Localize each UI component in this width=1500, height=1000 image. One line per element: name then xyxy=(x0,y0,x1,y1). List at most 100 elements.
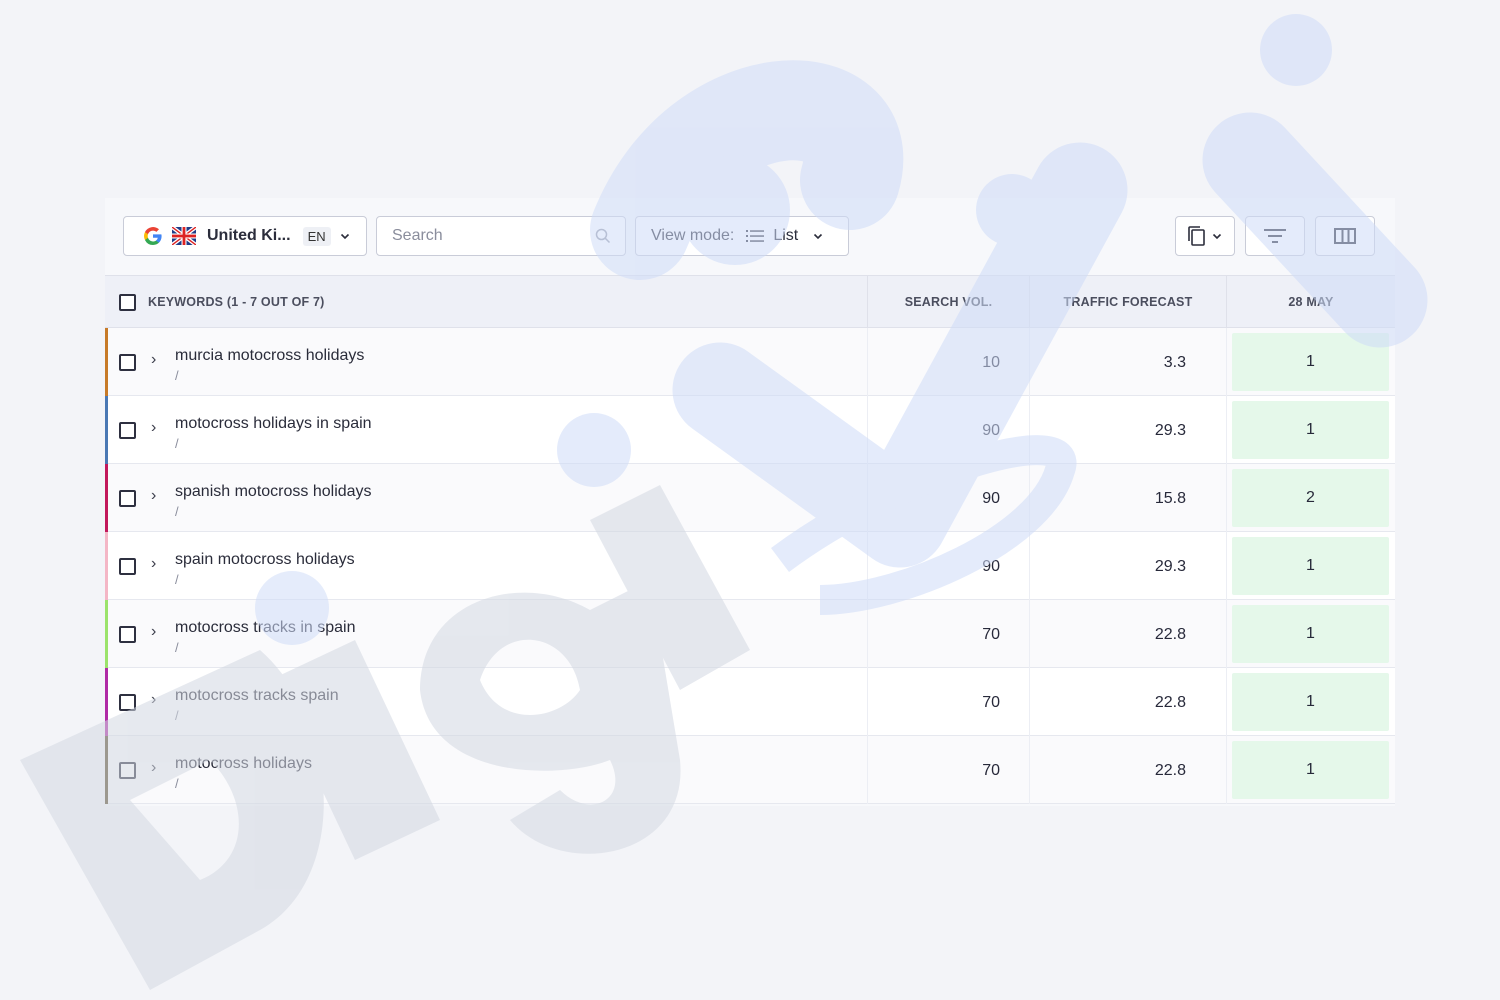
position-value[interactable]: 2 xyxy=(1232,469,1389,527)
table-header: KEYWORDS (1 - 7 OUT OF 7) SEARCH VOL. TR… xyxy=(105,276,1395,328)
keyword-text: motocross holidays in spain xyxy=(175,415,372,432)
table-row: › motocross tracks in spain / 70 22.8 1 xyxy=(105,600,1395,668)
keywords-header: KEYWORDS (1 - 7 OUT OF 7) xyxy=(119,276,325,328)
keyword-url[interactable]: / xyxy=(175,368,179,383)
search-vol-cell: 70 xyxy=(867,668,1000,736)
row-checkbox[interactable] xyxy=(119,694,136,711)
row-color-bar xyxy=(105,328,108,396)
select-all-checkbox[interactable] xyxy=(119,293,136,311)
chevron-right-icon[interactable]: › xyxy=(151,487,156,505)
search-vol-cell: 90 xyxy=(867,396,1000,464)
keyword-url[interactable]: / xyxy=(175,436,179,451)
position-cell: 2 xyxy=(1226,464,1395,532)
region-label: United Ki... xyxy=(207,227,291,244)
table-row: › motocross tracks spain / 70 22.8 1 xyxy=(105,668,1395,736)
table-row: › spain motocross holidays / 90 29.3 1 xyxy=(105,532,1395,600)
chevron-right-icon[interactable]: › xyxy=(151,351,156,369)
keyword-text: spanish motocross holidays xyxy=(175,483,372,500)
table-row: › motocross holidays in spain / 90 29.3 … xyxy=(105,396,1395,464)
row-color-bar xyxy=(105,532,108,600)
traffic-cell: 15.8 xyxy=(1029,464,1186,532)
row-checkbox[interactable] xyxy=(119,422,136,439)
search-icon[interactable] xyxy=(595,228,611,244)
google-icon xyxy=(144,227,162,245)
table-row: › spanish motocross holidays / 90 15.8 2 xyxy=(105,464,1395,532)
position-value[interactable]: 1 xyxy=(1232,537,1389,595)
copy-icon xyxy=(1188,226,1205,246)
chevron-down-icon xyxy=(340,233,349,240)
keyword-text: motocross tracks spain xyxy=(175,687,339,704)
position-value[interactable]: 1 xyxy=(1232,673,1389,731)
search-vol-cell: 70 xyxy=(867,736,1000,804)
table-row: › motocross holidays / 70 22.8 1 xyxy=(105,736,1395,804)
keyword-text: murcia motocross holidays xyxy=(175,347,365,364)
position-cell: 1 xyxy=(1226,328,1395,396)
toolbar: United Ki... EN View mode: List xyxy=(105,198,1395,276)
row-checkbox[interactable] xyxy=(119,626,136,643)
keyword-url[interactable]: / xyxy=(175,572,179,587)
row-color-bar xyxy=(105,600,108,668)
list-icon xyxy=(746,230,765,242)
row-color-bar xyxy=(105,736,108,804)
region-selector[interactable]: United Ki... EN xyxy=(123,216,367,256)
date-header[interactable]: 28 MAY xyxy=(1226,276,1395,328)
view-mode-value: List xyxy=(773,227,799,244)
keyword-url[interactable]: / xyxy=(175,504,179,519)
position-value[interactable]: 1 xyxy=(1232,741,1389,799)
keyword-url[interactable]: / xyxy=(175,708,179,723)
position-cell: 1 xyxy=(1226,396,1395,464)
row-color-bar xyxy=(105,396,108,464)
position-cell: 1 xyxy=(1226,736,1395,804)
columns-button[interactable] xyxy=(1315,216,1375,256)
chevron-right-icon[interactable]: › xyxy=(151,419,156,437)
keywords-header-label: KEYWORDS (1 - 7 OUT OF 7) xyxy=(148,295,325,309)
chevron-right-icon[interactable]: › xyxy=(151,623,156,641)
traffic-cell: 22.8 xyxy=(1029,736,1186,804)
traffic-cell: 29.3 xyxy=(1029,532,1186,600)
columns-icon xyxy=(1334,228,1356,244)
keywords-panel: United Ki... EN View mode: List xyxy=(105,198,1395,806)
chevron-right-icon[interactable]: › xyxy=(151,759,156,777)
traffic-cell: 22.8 xyxy=(1029,668,1186,736)
filter-icon xyxy=(1264,229,1286,243)
table-body: › murcia motocross holidays / 10 3.3 1 ›… xyxy=(105,328,1395,804)
uk-flag-icon xyxy=(172,227,196,245)
copy-button[interactable] xyxy=(1175,216,1235,256)
search-vol-cell: 70 xyxy=(867,600,1000,668)
view-mode-selector[interactable]: View mode: List xyxy=(635,216,849,256)
view-mode-label: View mode: xyxy=(651,227,735,244)
search-input[interactable] xyxy=(392,227,582,245)
keyword-url[interactable]: / xyxy=(175,640,179,655)
row-checkbox[interactable] xyxy=(119,490,136,507)
row-color-bar xyxy=(105,668,108,736)
search-vol-cell: 10 xyxy=(867,328,1000,396)
traffic-forecast-header[interactable]: TRAFFIC FORECAST xyxy=(1029,276,1226,328)
row-checkbox[interactable] xyxy=(119,558,136,575)
row-checkbox[interactable] xyxy=(119,762,136,779)
position-value[interactable]: 1 xyxy=(1232,401,1389,459)
position-cell: 1 xyxy=(1226,668,1395,736)
table-row: › murcia motocross holidays / 10 3.3 1 xyxy=(105,328,1395,396)
chevron-right-icon[interactable]: › xyxy=(151,555,156,573)
keyword-url[interactable]: / xyxy=(175,776,179,791)
traffic-cell: 3.3 xyxy=(1029,328,1186,396)
row-checkbox[interactable] xyxy=(119,354,136,371)
search-vol-cell: 90 xyxy=(867,532,1000,600)
search-box[interactable] xyxy=(376,216,626,256)
chevron-down-icon xyxy=(814,233,823,240)
traffic-cell: 29.3 xyxy=(1029,396,1186,464)
search-vol-cell: 90 xyxy=(867,464,1000,532)
row-color-bar xyxy=(105,464,108,532)
position-value[interactable]: 1 xyxy=(1232,333,1389,391)
filter-button[interactable] xyxy=(1245,216,1305,256)
position-cell: 1 xyxy=(1226,532,1395,600)
keyword-text: motocross tracks in spain xyxy=(175,619,356,636)
language-badge: EN xyxy=(302,226,331,246)
search-vol-header[interactable]: SEARCH VOL. xyxy=(867,276,1029,328)
traffic-cell: 22.8 xyxy=(1029,600,1186,668)
position-value[interactable]: 1 xyxy=(1232,605,1389,663)
chevron-right-icon[interactable]: › xyxy=(151,691,156,709)
keyword-text: motocross holidays xyxy=(175,755,312,772)
position-cell: 1 xyxy=(1226,600,1395,668)
keyword-text: spain motocross holidays xyxy=(175,551,355,568)
